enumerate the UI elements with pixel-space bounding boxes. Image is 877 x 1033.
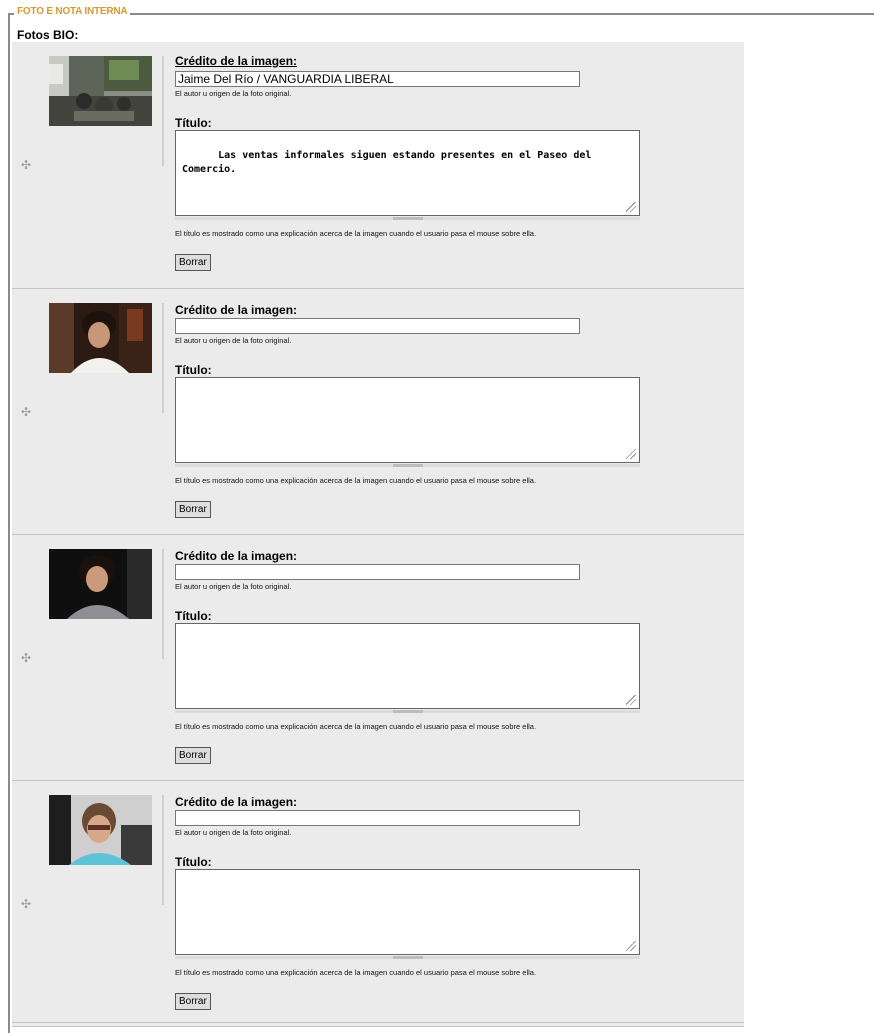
credit-label: Crédito de la imagen: bbox=[175, 303, 298, 317]
delete-button[interactable]: Borrar bbox=[175, 501, 211, 518]
image-thumbnail bbox=[49, 549, 152, 619]
list-bottom-border bbox=[12, 1022, 744, 1023]
title-label: Título: bbox=[175, 116, 212, 130]
title-label: Título: bbox=[175, 609, 212, 623]
fieldset-border-top bbox=[8, 13, 874, 15]
credit-label: Crédito de la imagen: bbox=[175, 795, 298, 809]
fieldset-border-left bbox=[8, 13, 10, 1033]
drag-handle-icon[interactable]: ✣ bbox=[20, 159, 32, 171]
title-hint: El título es mostrado como una explicaci… bbox=[175, 229, 537, 238]
credit-hint: El autor u origen de la foto original. bbox=[175, 828, 292, 837]
image-list: ✣ Crédito de la imagen: El autor u orige… bbox=[12, 42, 744, 1027]
textarea-resize-bar[interactable] bbox=[175, 956, 640, 959]
delete-button[interactable]: Borrar bbox=[175, 747, 211, 764]
credit-input[interactable] bbox=[175, 71, 580, 87]
image-thumbnail bbox=[49, 303, 152, 373]
title-textarea[interactable] bbox=[175, 869, 640, 955]
section-label: Fotos BIO: bbox=[17, 28, 79, 42]
title-hint: El título es mostrado como una explicaci… bbox=[175, 722, 537, 731]
credit-label: Crédito de la imagen: bbox=[175, 549, 298, 563]
credit-input[interactable] bbox=[175, 318, 580, 334]
credit-hint: El autor u origen de la foto original. bbox=[175, 89, 292, 98]
credit-input[interactable] bbox=[175, 564, 580, 580]
credit-hint: El autor u origen de la foto original. bbox=[175, 582, 292, 591]
image-item: ✣ Crédito de la imagen: El autor u orige… bbox=[12, 535, 744, 781]
title-label: Título: bbox=[175, 855, 212, 869]
textarea-resize-bar[interactable] bbox=[175, 464, 640, 467]
title-textarea[interactable] bbox=[175, 377, 640, 463]
title-label: Título: bbox=[175, 363, 212, 377]
credit-input[interactable] bbox=[175, 810, 580, 826]
title-textarea[interactable]: Las ventas informales siguen estando pre… bbox=[175, 130, 640, 216]
credit-label: Crédito de la imagen: bbox=[175, 54, 298, 68]
fieldset-legend: FOTO E NOTA INTERNA bbox=[14, 6, 131, 17]
title-hint: El título es mostrado como una explicaci… bbox=[175, 968, 537, 977]
title-textarea[interactable] bbox=[175, 623, 640, 709]
delete-button[interactable]: Borrar bbox=[175, 254, 211, 271]
title-hint: El título es mostrado como una explicaci… bbox=[175, 476, 537, 485]
image-item: ✣ Crédito de la imagen: El autor u orige… bbox=[12, 289, 744, 535]
resize-grip-icon[interactable] bbox=[626, 449, 636, 459]
image-thumbnail bbox=[49, 56, 152, 126]
drag-handle-icon[interactable]: ✣ bbox=[20, 406, 32, 418]
column-divider bbox=[162, 549, 164, 659]
image-item: ✣ Crédito de la imagen: El autor u orige… bbox=[12, 781, 744, 1027]
image-thumbnail bbox=[49, 795, 152, 865]
column-divider bbox=[162, 56, 164, 166]
resize-grip-icon[interactable] bbox=[626, 695, 636, 705]
resize-grip-icon[interactable] bbox=[626, 941, 636, 951]
credit-hint: El autor u origen de la foto original. bbox=[175, 336, 292, 345]
textarea-resize-bar[interactable] bbox=[175, 217, 640, 220]
textarea-resize-bar[interactable] bbox=[175, 710, 640, 713]
delete-button[interactable]: Borrar bbox=[175, 993, 211, 1010]
image-item: ✣ Crédito de la imagen: El autor u orige… bbox=[12, 42, 744, 289]
column-divider bbox=[162, 303, 164, 413]
drag-handle-icon[interactable]: ✣ bbox=[20, 652, 32, 664]
drag-handle-icon[interactable]: ✣ bbox=[20, 898, 32, 910]
column-divider bbox=[162, 795, 164, 905]
title-text: Las ventas informales siguen estando pre… bbox=[182, 150, 598, 175]
resize-grip-icon[interactable] bbox=[626, 202, 636, 212]
